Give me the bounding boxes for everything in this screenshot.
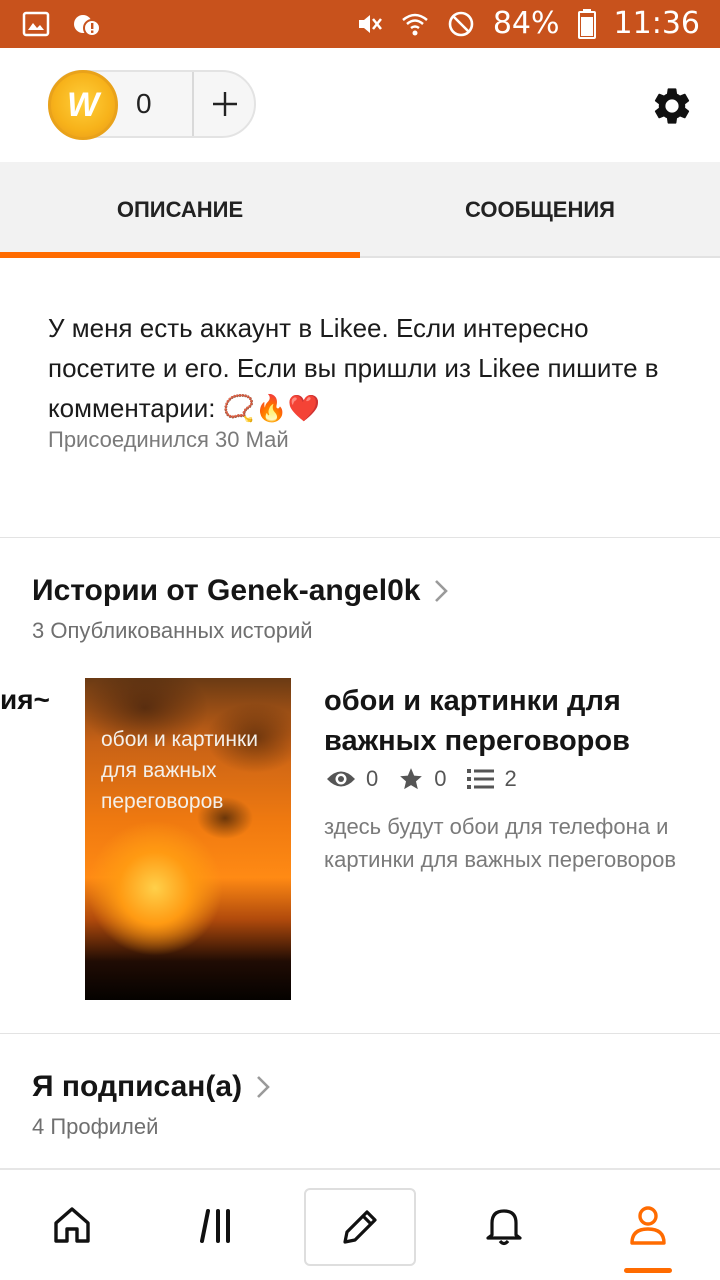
views-stat: 0 bbox=[326, 766, 378, 792]
profile-tabs: ОПИСАНИЕ СООБЩЕНИЯ bbox=[0, 162, 720, 258]
coin-icon: W bbox=[48, 70, 118, 140]
story-title[interactable]: обои и картинки для важных переговоров bbox=[324, 681, 704, 761]
parts-stat: 2 bbox=[466, 766, 517, 792]
following-header[interactable]: Я подписан(а) bbox=[32, 1070, 272, 1104]
add-coins-button[interactable] bbox=[196, 72, 254, 136]
views-count: 0 bbox=[366, 766, 379, 791]
coin-count: 0 bbox=[136, 88, 152, 119]
stories-header[interactable]: Истории от Genek-angel0k bbox=[32, 574, 450, 608]
story-stats: 0 0 2 bbox=[326, 766, 537, 792]
home-icon bbox=[54, 1207, 90, 1243]
eye-icon bbox=[327, 771, 355, 787]
write-icon bbox=[343, 1210, 377, 1244]
list-icon bbox=[466, 769, 494, 789]
votes-stat: 0 bbox=[398, 766, 447, 792]
profile-description: У меня есть аккаунт в Likee. Если интере… bbox=[48, 313, 659, 423]
tab-description[interactable]: ОПИСАНИЕ bbox=[0, 162, 360, 258]
previous-story-fragment[interactable]: ия~ bbox=[0, 684, 50, 716]
battery-icon bbox=[577, 8, 596, 39]
gear-icon[interactable] bbox=[650, 84, 694, 128]
parts-count: 2 bbox=[504, 766, 517, 791]
joined-date: Присоединился 30 Май bbox=[48, 427, 289, 452]
coin-balance[interactable]: W 0 bbox=[48, 70, 256, 140]
plus-icon bbox=[213, 92, 237, 116]
clock: 11:36 bbox=[613, 6, 700, 41]
do-not-disturb-icon bbox=[448, 11, 474, 36]
following-count: 4 Профилей bbox=[32, 1114, 159, 1139]
chevron-right-icon bbox=[257, 1076, 270, 1098]
story-cover-text: обои и картинки для важных переговоров bbox=[101, 728, 258, 813]
star-icon bbox=[400, 768, 423, 790]
story-description: здесь будут обои для телефона и картинки… bbox=[324, 814, 677, 872]
browse-icon bbox=[200, 1209, 230, 1243]
profile-icon bbox=[630, 1206, 666, 1245]
mute-icon bbox=[358, 14, 382, 33]
active-nav-indicator bbox=[624, 1268, 672, 1273]
nav-browse[interactable] bbox=[146, 1170, 290, 1280]
image-icon bbox=[22, 11, 50, 37]
active-tab-indicator bbox=[0, 252, 360, 258]
coin-divider bbox=[192, 72, 194, 136]
battery-percent: 84% bbox=[492, 6, 560, 41]
tab-messages[interactable]: СООБЩЕНИЯ bbox=[360, 162, 720, 258]
following-title: Я подписан(а) bbox=[32, 1070, 243, 1103]
notifications-icon bbox=[486, 1209, 522, 1246]
story-cover[interactable]: обои и картинки для важных переговоров bbox=[85, 678, 291, 1000]
chevron-right-icon bbox=[435, 580, 449, 602]
section-divider bbox=[0, 537, 720, 538]
votes-count: 0 bbox=[434, 766, 447, 791]
nav-profile[interactable] bbox=[576, 1170, 720, 1280]
status-bar: 84% 11:36 bbox=[0, 0, 720, 48]
notification-alert-icon bbox=[74, 15, 100, 37]
profile-header: W 0 bbox=[0, 48, 720, 162]
nav-home[interactable] bbox=[0, 1170, 144, 1280]
wifi-icon bbox=[402, 13, 428, 35]
bottom-navigation bbox=[0, 1168, 720, 1280]
nav-notifications[interactable] bbox=[432, 1170, 576, 1280]
stories-count: 3 Опубликованных историй bbox=[32, 618, 313, 643]
nav-write[interactable] bbox=[304, 1188, 416, 1266]
section-divider bbox=[0, 1033, 720, 1034]
stories-title: Истории от Genek-angel0k bbox=[32, 574, 421, 607]
